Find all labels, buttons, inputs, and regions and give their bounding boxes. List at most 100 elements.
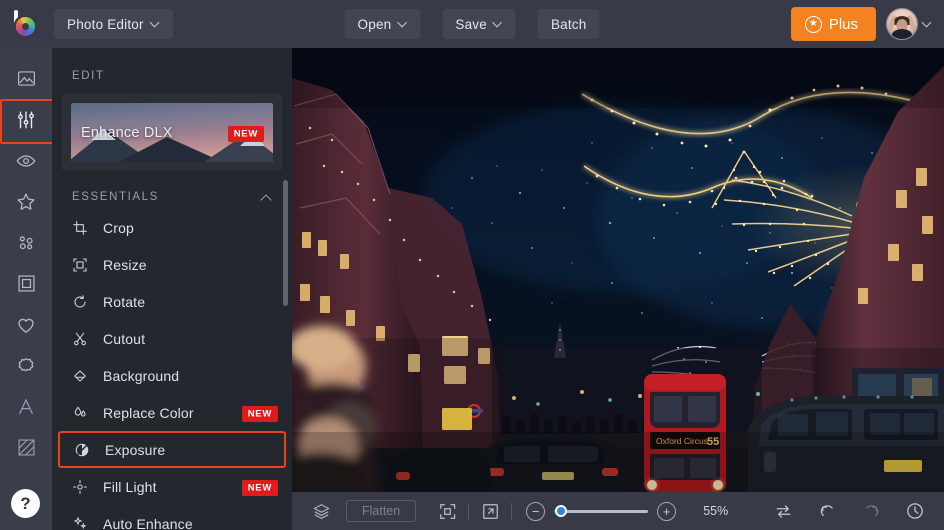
avatar (886, 8, 918, 40)
letter-a-icon (19, 398, 33, 414)
sidebar-item-touch-up[interactable] (0, 140, 52, 181)
eye-icon (16, 154, 36, 167)
layers-icon (313, 503, 329, 519)
sidebar-item-graphics[interactable] (0, 345, 52, 386)
zoom-slider[interactable] (554, 505, 649, 517)
header-right-group: ★ Plus (790, 7, 944, 41)
layers-button[interactable] (306, 496, 336, 526)
menu-item-auto-enhance[interactable]: Auto Enhance (52, 505, 292, 530)
image-canvas[interactable]: Oxford Circus 55 (292, 48, 944, 492)
sidebar-item-frames[interactable] (0, 263, 52, 304)
menu-item-rotate[interactable]: Rotate (52, 283, 292, 320)
photo-editor-app: Photo Editor Open Save Batch ★ Plus ? ED… (0, 0, 944, 530)
resize-icon (72, 257, 94, 273)
expand-arrow-icon (482, 503, 498, 519)
undo-arrow-icon (820, 504, 833, 516)
menu-item-crop[interactable]: Crop (52, 209, 292, 246)
fit-to-screen-icon (439, 503, 455, 519)
zoom-controls: − + 55% (526, 501, 739, 521)
chevron-down-icon (923, 18, 932, 27)
toolbar-divider (511, 502, 513, 520)
essentials-section-header[interactable]: ESSENTIALS (52, 171, 292, 203)
zoom-in-button[interactable]: + (657, 501, 677, 521)
open-button[interactable]: Open (344, 9, 421, 39)
menu-item-replace-color[interactable]: Replace Color NEW (52, 394, 292, 431)
background-icon (72, 368, 94, 384)
badge-scalloped-icon (18, 357, 34, 371)
sidebar-scrollbar[interactable] (283, 180, 288, 306)
app-title-dropdown[interactable]: Photo Editor (54, 9, 173, 39)
edit-sidebar-panel: EDIT Enhance DLX NEW ESSENTIALS Crop Res… (52, 48, 292, 530)
plus-upgrade-button[interactable]: ★ Plus (790, 7, 876, 41)
zoom-level-value: 55% (703, 504, 729, 518)
sliders-icon (18, 111, 34, 128)
heart-icon (18, 318, 34, 333)
sidebar-item-textures[interactable] (0, 427, 52, 468)
chevron-down-icon (398, 18, 407, 27)
plus-label: Plus (828, 15, 858, 33)
dots-cluster-icon (19, 235, 33, 249)
app-title-label: Photo Editor (67, 16, 144, 32)
sidebar-item-effects[interactable] (0, 181, 52, 222)
left-tool-rail: ? (0, 48, 54, 530)
expand-button[interactable] (475, 496, 505, 526)
texture-diagonal-icon (17, 439, 35, 456)
scissors-icon (72, 331, 94, 347)
menu-item-fill-light[interactable]: Fill Light NEW (52, 468, 292, 505)
chevron-down-icon (494, 18, 503, 27)
help-label: ? (20, 493, 31, 513)
menu-item-background[interactable]: Background (52, 357, 292, 394)
bottom-toolbar: Flatten − + 55% (292, 492, 944, 530)
promo-new-badge: NEW (227, 124, 264, 142)
menu-item-exposure[interactable]: Exposure (58, 431, 286, 468)
star-circle-icon: ★ (804, 15, 822, 33)
star-icon (17, 192, 35, 210)
help-button[interactable]: ? (11, 489, 40, 518)
zoom-out-button[interactable]: − (526, 501, 546, 521)
open-label: Open (357, 16, 392, 32)
undo-button[interactable] (812, 496, 842, 526)
save-button[interactable]: Save (442, 9, 516, 39)
christmas-street-photo: Oxford Circus 55 (292, 48, 944, 492)
sidebar-item-image[interactable] (0, 58, 52, 99)
sidebar-item-overlays[interactable] (0, 304, 52, 345)
befunky-logo-icon (13, 10, 39, 37)
sidebar-item-edit[interactable] (0, 99, 54, 144)
frame-square-icon (17, 275, 35, 292)
rotate-icon (72, 294, 94, 310)
crop-icon (72, 220, 94, 236)
brand-logo[interactable] (0, 0, 52, 48)
sidebar-item-artsy[interactable] (0, 222, 52, 263)
essentials-menu: Crop Resize Rotate Cutout Background Rep… (52, 209, 292, 530)
essentials-label: ESSENTIALS (72, 191, 159, 203)
batch-label: Batch (550, 16, 587, 32)
redo-arrow-icon (865, 504, 878, 516)
fit-to-screen-button[interactable] (432, 496, 462, 526)
panel-title: EDIT (72, 70, 105, 82)
top-header-bar: Photo Editor Open Save Batch ★ Plus (0, 0, 944, 48)
history-clock-icon (907, 503, 923, 519)
save-label: Save (455, 16, 487, 32)
redo-button[interactable] (856, 496, 886, 526)
flatten-button[interactable]: Flatten (346, 500, 417, 522)
zoom-slider-handle[interactable] (555, 505, 568, 517)
promo-label: Enhance DLX (81, 124, 173, 141)
batch-button[interactable]: Batch (537, 9, 600, 39)
compare-button[interactable] (768, 496, 798, 526)
compare-swap-icon (776, 504, 790, 518)
chevron-up-icon (261, 192, 272, 203)
fill-light-icon (72, 479, 94, 495)
menu-item-resize[interactable]: Resize (52, 246, 292, 283)
menu-item-cutout[interactable]: Cutout (52, 320, 292, 357)
main-body: ? EDIT Enhance DLX NEW ESSENTIALS Crop R… (0, 48, 944, 530)
toolbar-right-group (768, 496, 930, 526)
canvas-column: Oxford Circus 55 Flatten − + 55% (292, 48, 944, 530)
enhance-dlx-promo-card[interactable]: Enhance DLX NEW (62, 94, 282, 171)
header-center-actions: Open Save Batch (344, 9, 600, 39)
history-button[interactable] (900, 496, 930, 526)
toolbar-divider (468, 502, 470, 520)
auto-enhance-icon (72, 516, 94, 530)
mountain-landscape-thumbnail: Enhance DLX NEW (71, 103, 273, 162)
sidebar-item-text[interactable] (0, 386, 52, 427)
account-menu[interactable] (886, 8, 932, 40)
